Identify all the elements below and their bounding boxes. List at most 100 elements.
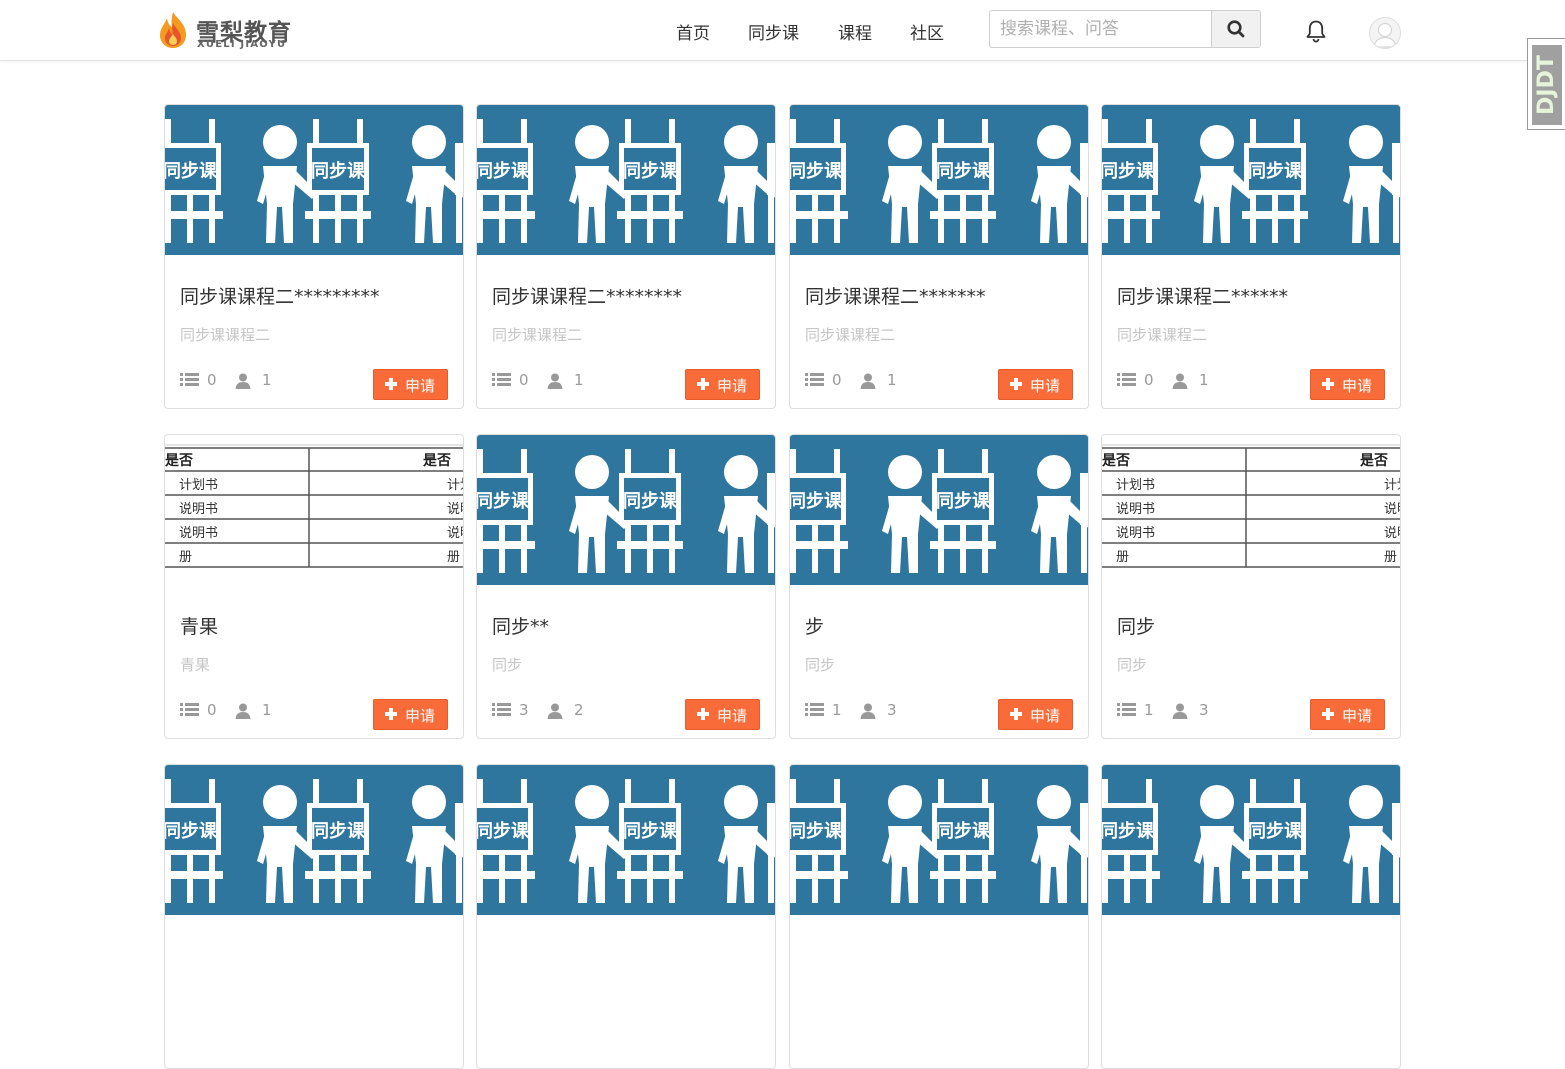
easel-board-text: 同步课 bbox=[936, 820, 991, 842]
doc-header-right: 是否 bbox=[1360, 453, 1388, 469]
nav-sync-class[interactable]: 同步课 bbox=[748, 19, 799, 44]
nav-community[interactable]: 社区 bbox=[910, 19, 944, 44]
course-card[interactable]: 同步课 同步课 同步课课程二******** 同步课课程二 0 1 申请 bbox=[476, 104, 776, 409]
apply-button-label: 申请 bbox=[405, 377, 436, 395]
course-card[interactable]: 同步课 同步课 bbox=[164, 764, 464, 1069]
course-card[interactable]: 是否是否计划书计划书说明书说明书说明书说明书册册青果青果01申请 bbox=[164, 434, 464, 739]
search-input[interactable] bbox=[990, 11, 1213, 47]
course-subtitle: 同步课课程二 bbox=[1117, 326, 1208, 344]
nav-home[interactable]: 首页 bbox=[676, 19, 710, 44]
user-avatar-icon bbox=[1373, 22, 1397, 48]
course-subtitle: 同步课课程二 bbox=[492, 326, 583, 344]
plus-icon bbox=[697, 378, 709, 390]
course-title[interactable]: 同步** bbox=[492, 612, 549, 639]
course-title[interactable]: 青果 bbox=[180, 612, 218, 639]
students-user-icon bbox=[1172, 703, 1188, 719]
search-icon bbox=[1227, 20, 1245, 38]
search-button[interactable] bbox=[1211, 11, 1260, 47]
doc-cell-right: 册 bbox=[447, 550, 460, 565]
apply-button[interactable]: 申请 bbox=[373, 699, 448, 730]
apply-button[interactable]: 申请 bbox=[685, 369, 760, 400]
course-thumbnail[interactable]: 是否是否计划书计划书说明书说明书说明书说明书册册 bbox=[165, 435, 463, 585]
user-avatar[interactable] bbox=[1369, 17, 1401, 49]
course-thumbnail[interactable]: 是否是否计划书计划书说明书说明书说明书说明书册册 bbox=[1102, 435, 1400, 585]
course-thumbnail[interactable]: 同步课 同步课 bbox=[165, 105, 463, 255]
lesson-count-value: 0 bbox=[207, 701, 217, 719]
course-card[interactable]: 同步课 同步课 同步** 同步 3 2 申请 bbox=[476, 434, 776, 739]
lesson-count-value: 1 bbox=[832, 701, 842, 719]
lessons-list-icon bbox=[805, 703, 824, 716]
course-thumbnail-poster: 同步课 同步课 bbox=[1102, 105, 1400, 255]
lesson-count-value: 1 bbox=[1144, 701, 1154, 719]
easel-board-text: 同步课 bbox=[790, 160, 843, 182]
students-user-icon bbox=[235, 703, 251, 719]
course-thumbnail[interactable]: 同步课 同步课 bbox=[165, 765, 463, 915]
doc-header-left: 是否 bbox=[1102, 453, 1130, 469]
easel-board-text: 同步课 bbox=[790, 490, 843, 512]
plus-icon bbox=[385, 378, 397, 390]
easel-board-text: 同步课 bbox=[623, 490, 678, 512]
course-thumbnail[interactable]: 同步课 同步课 bbox=[790, 765, 1088, 915]
easel-board-text: 同步课 bbox=[936, 160, 991, 182]
lesson-count-value: 0 bbox=[519, 371, 529, 389]
course-thumbnail-document: 是否是否计划书计划书说明书说明书说明书说明书册册 bbox=[1102, 435, 1400, 585]
apply-button[interactable]: 申请 bbox=[1310, 699, 1385, 730]
doc-cell-right: 说明书 bbox=[447, 502, 463, 517]
apply-button-label: 申请 bbox=[1030, 377, 1061, 395]
easel-board-text: 同步课 bbox=[936, 490, 991, 512]
brand-logo[interactable]: 雪梨教育 XUELI JIAOYU bbox=[156, 8, 306, 52]
course-title[interactable]: 同步 bbox=[1117, 612, 1155, 639]
course-card[interactable]: 同步课 同步课 同步课课程二******* 同步课课程二 0 1 申请 bbox=[789, 104, 1089, 409]
course-thumbnail[interactable]: 同步课 同步课 bbox=[477, 435, 775, 585]
course-title[interactable]: 同步课课程二******** bbox=[492, 282, 682, 309]
students-user-icon bbox=[547, 373, 563, 389]
course-thumbnail-poster: 同步课 同步课 bbox=[477, 105, 775, 255]
students-user-icon bbox=[860, 703, 876, 719]
apply-button-label: 申请 bbox=[405, 707, 436, 725]
lessons-list-icon bbox=[1117, 703, 1136, 716]
apply-button-label: 申请 bbox=[717, 707, 748, 725]
lessons-list-icon bbox=[1117, 373, 1136, 386]
doc-cell-right: 计划书 bbox=[1384, 478, 1400, 493]
top-header: 雪梨教育 XUELI JIAOYU 首页 同步课 课程 社区 bbox=[0, 0, 1565, 61]
course-card[interactable]: 同步课 同步课 bbox=[1101, 764, 1401, 1069]
apply-button[interactable]: 申请 bbox=[373, 369, 448, 400]
course-thumbnail[interactable]: 同步课 同步课 bbox=[790, 105, 1088, 255]
course-card[interactable]: 是否是否计划书计划书说明书说明书说明书说明书册册同步同步13申请 bbox=[1101, 434, 1401, 739]
apply-button[interactable]: 申请 bbox=[685, 699, 760, 730]
course-card[interactable]: 同步课 同步课步同步 1 3 申请 bbox=[789, 434, 1089, 739]
course-card[interactable]: 同步课 同步课 bbox=[789, 764, 1089, 1069]
course-thumbnail[interactable]: 同步课 同步课 bbox=[477, 105, 775, 255]
course-title[interactable]: 同步课课程二****** bbox=[1117, 282, 1288, 309]
easel-board-text: 同步课 bbox=[477, 490, 530, 512]
doc-cell-left: 说明书 bbox=[179, 502, 218, 517]
course-card[interactable]: 同步课 同步课 同步课课程二****** 同步课课程二 0 1 申请 bbox=[1101, 104, 1401, 409]
course-title[interactable]: 同步课课程二******* bbox=[805, 282, 986, 309]
course-thumbnail-poster: 同步课 同步课 bbox=[165, 765, 463, 915]
apply-button[interactable]: 申请 bbox=[998, 699, 1073, 730]
course-thumbnail[interactable]: 同步课 同步课 bbox=[1102, 105, 1400, 255]
course-thumbnail[interactable]: 同步课 同步课 bbox=[790, 435, 1088, 585]
doc-cell-left: 说明书 bbox=[1116, 526, 1155, 541]
course-title[interactable]: 同步课课程二********* bbox=[180, 282, 380, 309]
bell-icon[interactable] bbox=[1303, 18, 1329, 44]
apply-button-label: 申请 bbox=[1030, 707, 1061, 725]
students-user-icon bbox=[860, 373, 876, 389]
nav-courses[interactable]: 课程 bbox=[838, 19, 872, 44]
plus-icon bbox=[385, 708, 397, 720]
course-card[interactable]: 同步课 同步课 同步课课程二********* 同步课课程二 0 1 申请 bbox=[164, 104, 464, 409]
course-thumbnail[interactable]: 同步课 同步课 bbox=[477, 765, 775, 915]
course-title[interactable]: 步 bbox=[805, 612, 824, 639]
apply-button[interactable]: 申请 bbox=[998, 369, 1073, 400]
easel-board-text: 同步课 bbox=[623, 820, 678, 842]
course-card[interactable]: 同步课 同步课 bbox=[476, 764, 776, 1069]
easel-board-text: 同步课 bbox=[790, 820, 843, 842]
doc-cell-right: 册 bbox=[1384, 550, 1397, 565]
debug-toolbar-tab[interactable]: DJDT bbox=[1527, 38, 1565, 130]
course-thumbnail[interactable]: 同步课 同步课 bbox=[1102, 765, 1400, 915]
lessons-list-icon bbox=[492, 373, 511, 386]
apply-button[interactable]: 申请 bbox=[1310, 369, 1385, 400]
doc-cell-left: 册 bbox=[179, 550, 192, 565]
course-thumbnail-poster: 同步课 同步课 bbox=[165, 105, 463, 255]
easel-board-text: 同步课 bbox=[311, 820, 366, 842]
